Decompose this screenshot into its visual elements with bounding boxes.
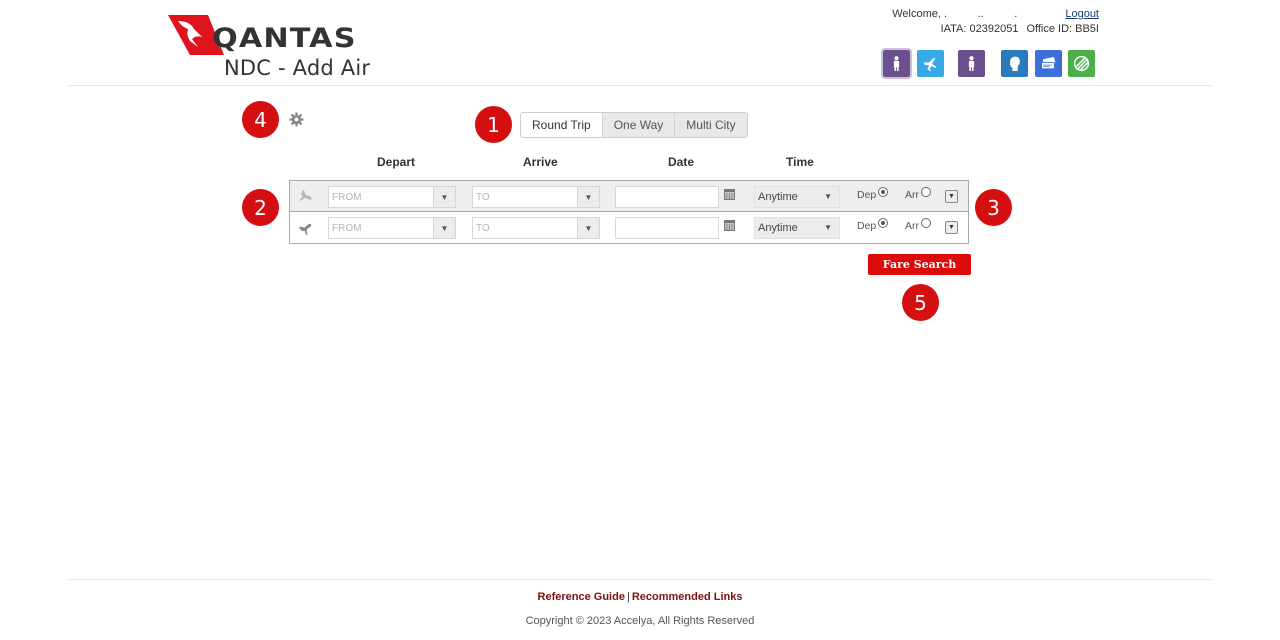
segment-row: ▼ ▼ Anytime ▼ Dep Arr ▼ bbox=[290, 181, 968, 212]
expand-options-button[interactable]: ▼ bbox=[945, 221, 958, 234]
calendar-icon[interactable] bbox=[724, 220, 735, 231]
iata-number: IATA: 02392051 bbox=[940, 23, 1019, 35]
tickets-icon bbox=[1041, 57, 1056, 70]
calendar-icon[interactable] bbox=[724, 189, 735, 200]
arr-label: Arr bbox=[905, 220, 919, 232]
to-input[interactable] bbox=[473, 218, 577, 238]
user-info: Welcome, . .. . Logout IATA: 02392051 Of… bbox=[892, 7, 1099, 37]
to-input[interactable] bbox=[473, 187, 577, 207]
date-input[interactable] bbox=[615, 186, 719, 208]
to-dropdown-button[interactable]: ▼ bbox=[577, 187, 599, 207]
reference-guide-link[interactable]: Reference Guide bbox=[538, 591, 625, 603]
arrival-plane-icon bbox=[299, 223, 312, 235]
marker-5: 5 bbox=[902, 284, 939, 321]
flight-search-table: ▼ ▼ Anytime ▼ Dep Arr ▼ ▼ ▼ Anytime ▼ Dep … bbox=[289, 180, 969, 244]
gear-icon[interactable] bbox=[289, 112, 304, 127]
from-dropdown-button[interactable]: ▼ bbox=[433, 187, 455, 207]
brand-name: QANTAS bbox=[212, 22, 357, 54]
dep-label: Dep bbox=[857, 220, 877, 232]
marker-3: 3 bbox=[975, 189, 1012, 226]
time-value: Anytime bbox=[758, 222, 798, 234]
from-dropdown-button[interactable]: ▼ bbox=[433, 218, 455, 238]
from-input[interactable] bbox=[329, 187, 433, 207]
from-field: ▼ bbox=[328, 186, 456, 208]
date-input[interactable] bbox=[615, 217, 719, 239]
arr-radio[interactable] bbox=[921, 218, 931, 228]
chevron-down-icon: ▼ bbox=[824, 192, 832, 201]
dep-radio[interactable] bbox=[878, 218, 889, 228]
person-icon bbox=[968, 56, 975, 71]
marker-2: 2 bbox=[242, 189, 279, 226]
footer-divider bbox=[69, 579, 1211, 580]
trip-type-tabs: Round Trip One Way Multi City bbox=[520, 112, 748, 138]
column-header-date: Date bbox=[668, 155, 695, 169]
profile-button[interactable] bbox=[1001, 50, 1028, 77]
time-value: Anytime bbox=[758, 191, 798, 203]
footer-separator: | bbox=[626, 591, 630, 603]
expand-options-button[interactable]: ▼ bbox=[945, 190, 958, 203]
dep-radio[interactable] bbox=[878, 187, 889, 197]
column-header-time: Time bbox=[786, 155, 814, 169]
dep-radio-option[interactable]: Dep bbox=[857, 218, 889, 232]
marker-1: 1 bbox=[475, 106, 512, 143]
qantas-logo: QANTAS bbox=[168, 14, 368, 56]
head-profile-icon bbox=[1009, 56, 1020, 71]
departure-plane-icon bbox=[299, 189, 312, 201]
dep-label: Dep bbox=[857, 189, 877, 201]
to-field: ▼ bbox=[472, 186, 600, 208]
chevron-down-icon: ▼ bbox=[824, 223, 832, 232]
copyright-text: Copyright © 2023 Accelya, All Rights Res… bbox=[525, 615, 755, 627]
time-select[interactable]: Anytime ▼ bbox=[754, 186, 840, 208]
tickets-button[interactable] bbox=[1035, 50, 1062, 77]
footer-links: Reference Guide | Recommended Links bbox=[0, 591, 1280, 603]
tab-round-trip[interactable]: Round Trip bbox=[521, 113, 602, 137]
to-dropdown-button[interactable]: ▼ bbox=[577, 218, 599, 238]
fare-search-button[interactable]: Fare Search bbox=[868, 254, 971, 275]
person-icon bbox=[893, 56, 900, 71]
to-field: ▼ bbox=[472, 217, 600, 239]
logout-link[interactable]: Logout bbox=[1065, 7, 1099, 22]
arr-label: Arr bbox=[905, 189, 919, 201]
arr-radio-option[interactable]: Arr bbox=[905, 218, 931, 232]
time-select[interactable]: Anytime ▼ bbox=[754, 217, 840, 239]
globe-button[interactable] bbox=[1068, 50, 1095, 77]
column-header-arrive: Arrive bbox=[523, 155, 558, 169]
segment-row: ▼ ▼ Anytime ▼ Dep Arr ▼ bbox=[290, 212, 968, 243]
header-divider bbox=[69, 85, 1211, 86]
welcome-text: Welcome, . .. . bbox=[892, 8, 1018, 20]
tab-one-way[interactable]: One Way bbox=[601, 113, 675, 137]
page-title: NDC - Add Air bbox=[224, 56, 371, 80]
from-input[interactable] bbox=[329, 218, 433, 238]
tab-multi-city[interactable]: Multi City bbox=[674, 113, 747, 137]
arr-radio[interactable] bbox=[921, 187, 931, 197]
person-button[interactable] bbox=[881, 48, 912, 79]
from-field: ▼ bbox=[328, 217, 456, 239]
dep-radio-option[interactable]: Dep bbox=[857, 187, 889, 201]
marker-4: 4 bbox=[242, 101, 279, 138]
air-button[interactable] bbox=[917, 50, 944, 77]
traveler-button[interactable] bbox=[958, 50, 985, 77]
column-header-depart: Depart bbox=[377, 155, 416, 169]
globe-icon bbox=[1073, 55, 1090, 72]
office-id: Office ID: BB5I bbox=[1026, 23, 1099, 35]
plane-icon bbox=[924, 57, 937, 72]
arr-radio-option[interactable]: Arr bbox=[905, 187, 931, 201]
recommended-links-link[interactable]: Recommended Links bbox=[632, 591, 743, 603]
